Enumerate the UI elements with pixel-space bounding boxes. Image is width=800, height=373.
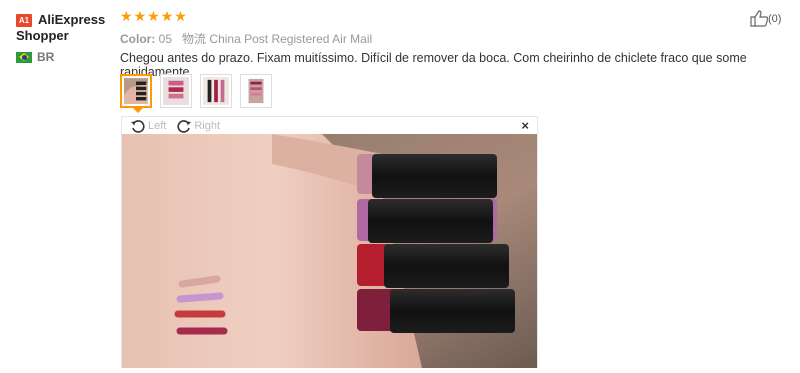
thumbnail-image — [163, 77, 189, 105]
shipping-label: 物流 — [182, 32, 207, 46]
brazil-flag-icon — [16, 51, 32, 63]
close-icon[interactable]: × — [521, 118, 529, 133]
photo-thumbnail-1[interactable] — [120, 74, 152, 113]
user-country: BR — [16, 50, 54, 64]
photo-viewer: Left Right × — [121, 116, 538, 368]
photo-thumbnail-4[interactable] — [240, 74, 272, 108]
star-icon: ★ — [133, 8, 147, 24]
helpful-button[interactable]: (0) — [750, 10, 781, 27]
rotate-left-label: Left — [148, 119, 167, 132]
photo-thumbnail-3[interactable] — [200, 74, 232, 108]
user-name-line2: Shopper — [16, 28, 69, 43]
thumbnail-image — [243, 77, 269, 105]
review-photo-image — [122, 134, 537, 368]
thumbnail-image — [203, 77, 229, 105]
rating-stars: ★ ★ ★ ★ ★ — [120, 9, 187, 23]
rotate-right-label: Right — [194, 119, 221, 132]
photo-thumbnails — [120, 74, 272, 113]
review-photo — [122, 134, 537, 368]
color-value: 05 — [158, 32, 173, 46]
photo-thumbnail-2[interactable] — [160, 74, 192, 108]
rotate-left-button[interactable]: Left — [130, 119, 166, 133]
reviewer-info: A1 AliExpress — [16, 11, 116, 28]
star-icon: ★ — [160, 8, 174, 24]
color-label: Color: — [120, 32, 156, 46]
shipping-method: China Post Registered Air Mail — [209, 32, 373, 46]
thumbs-up-icon — [750, 10, 768, 27]
country-code: BR — [37, 50, 55, 64]
user-name: AliExpress — [38, 12, 106, 27]
user-level-badge: A1 — [16, 14, 32, 27]
rotate-right-button[interactable]: Right — [176, 119, 220, 133]
star-icon: ★ — [147, 8, 160, 24]
viewer-toolbar: Left Right × — [122, 117, 537, 134]
thumbnail-image — [124, 78, 148, 104]
order-meta: Color: 05 物流 China Post Registered Air M… — [120, 30, 372, 47]
star-icon: ★ — [120, 8, 133, 24]
rotate-left-icon — [131, 119, 145, 133]
helpful-count: (0) — [768, 12, 782, 25]
star-icon: ★ — [174, 8, 187, 24]
rotate-right-icon — [177, 119, 192, 133]
